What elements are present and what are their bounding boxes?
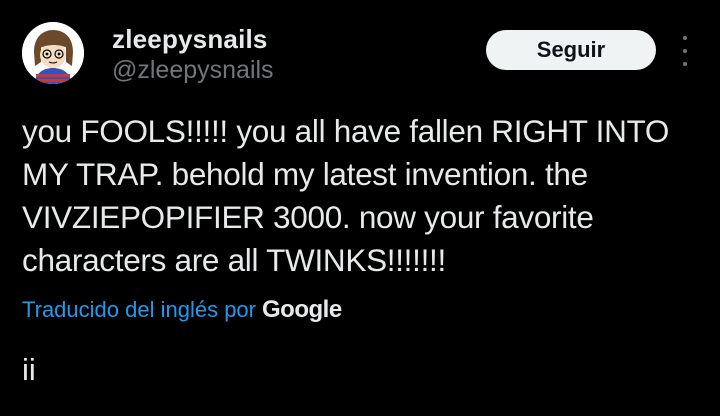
tweet-extra-text: ii	[22, 352, 36, 387]
author-display-name[interactable]: zleepysnails	[112, 24, 268, 55]
follow-button[interactable]: Seguir	[486, 30, 656, 70]
tweet-text: you FOOLS!!!!! you all have fallen RIGHT…	[22, 113, 670, 278]
avatar[interactable]	[22, 22, 84, 84]
google-logo: Google	[262, 296, 342, 323]
author-handle[interactable]: @zleepysnails	[112, 56, 274, 85]
avatar-image	[22, 22, 84, 84]
more-options-icon[interactable]	[678, 36, 692, 66]
translated-from-link[interactable]: Traducido del inglés por	[22, 297, 256, 323]
translation-attribution[interactable]: Traducido del inglés por Google	[22, 296, 342, 324]
